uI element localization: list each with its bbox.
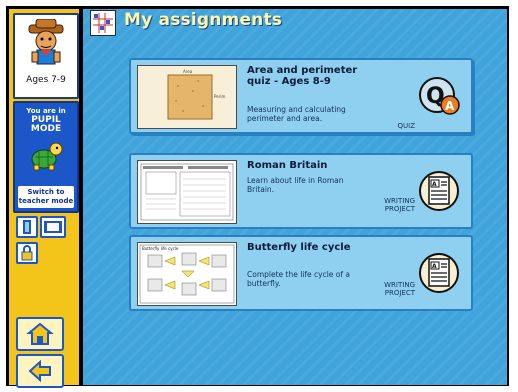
butterfly-cycle-thumbnail-icon: Butterfly life cycle <box>139 244 235 304</box>
assignment-card[interactable]: Butterfly life cycle Butterfly life cycl… <box>129 235 473 311</box>
type-line-1: WRITING <box>384 281 415 289</box>
switch-line-2: teacher mode <box>18 197 74 205</box>
back-arrow-icon <box>28 359 51 383</box>
type-line-2: PROJECT <box>384 289 415 297</box>
home-button[interactable] <box>16 317 64 351</box>
lock-tool-button[interactable] <box>16 242 38 264</box>
dictionary-tool-button[interactable] <box>16 216 38 238</box>
mode-line-2: MODE <box>30 124 62 134</box>
grid-page-icon <box>93 13 113 33</box>
assignment-type: WRITING PROJECT <box>369 281 415 297</box>
lock-icon <box>21 245 33 261</box>
svg-text:A: A <box>445 99 455 113</box>
mode-caption: You are in <box>26 107 66 115</box>
document-thumbnail-icon <box>140 163 234 221</box>
screen-tool-button[interactable] <box>40 216 66 238</box>
assignment-title: Roman Britain <box>247 160 328 171</box>
pupil-mode-panel: You are in PUPIL MODE Switch to teacher … <box>13 101 79 213</box>
turtle-mascot-icon <box>31 142 63 171</box>
assignment-thumbnail: Butterfly life cycle <box>137 242 237 306</box>
ages-label: Ages 7-9 <box>26 75 66 85</box>
svg-text:A: A <box>432 181 437 188</box>
assignment-title: Area and perimeter quiz - Ages 8-9 <box>247 65 358 87</box>
switch-line-1: Switch to <box>27 188 65 196</box>
assignment-description: Learn about life in Roman Britain. <box>247 176 344 194</box>
page-title: My assignments <box>124 10 283 30</box>
thumb-label-perim: Perim <box>214 94 225 99</box>
home-icon <box>26 322 54 345</box>
assignments-icon <box>90 10 116 36</box>
type-line-2: PROJECT <box>384 205 415 213</box>
thumb-heading: Butterfly life cycle <box>142 246 179 251</box>
cowboy-mascot-icon <box>28 19 64 65</box>
area-diagram-icon: Area Perim <box>167 69 225 120</box>
back-button[interactable] <box>16 354 64 388</box>
assignment-thumbnail: Area Perim <box>137 65 237 129</box>
mode-title: PUPIL MODE <box>15 116 77 134</box>
assignment-thumbnail <box>137 160 237 224</box>
assignment-description: Complete the life cycle of a butterfly. <box>247 270 351 288</box>
thumb-label-area: Area <box>183 69 193 74</box>
assignment-type: WRITING PROJECT <box>369 197 415 213</box>
assignment-description: Measuring and calculating perimeter and … <box>247 105 346 123</box>
switch-text: Switch to teacher mode <box>19 188 73 206</box>
book-icon <box>23 220 31 234</box>
assignment-type: QUIZ <box>397 122 416 130</box>
svg-text:A: A <box>432 263 437 270</box>
age-group-logo[interactable]: Ages 7-9 <box>13 13 79 99</box>
type-line-1: WRITING <box>384 197 415 205</box>
screen-icon <box>44 221 62 233</box>
assignment-card[interactable]: Area Perim Area and perimeter quiz - Age… <box>129 58 473 134</box>
switch-to-teacher-button[interactable]: Switch to teacher mode <box>18 186 74 208</box>
writing-document-icon: A <box>419 171 459 211</box>
writing-document-icon: A <box>419 253 459 293</box>
quiz-qa-icon: Q A <box>419 77 460 115</box>
assignment-title: Butterfly life cycle <box>247 242 351 253</box>
assignment-card[interactable]: Roman Britain Learn about life in Roman … <box>129 153 473 229</box>
